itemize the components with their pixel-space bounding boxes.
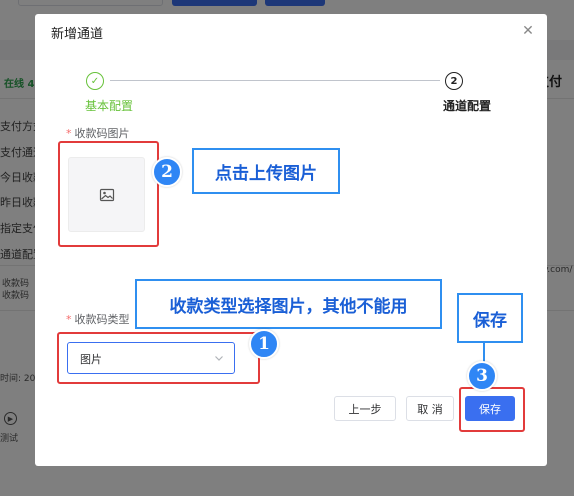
required-asterisk: * — [66, 127, 72, 140]
step-2-circle: 2 — [445, 72, 463, 90]
annotation-upload-highlight — [58, 141, 159, 247]
close-icon[interactable]: ✕ — [521, 24, 535, 38]
annotation-callout-type: 收款类型选择图片，其他不能用 — [135, 279, 442, 329]
add-channel-dialog: 新增通道 ✕ ✓ 2 基本配置 通道配置 * 收款码图片 * 收款码类型 图片 上一… — [35, 14, 547, 466]
dialog-title: 新增通道 — [51, 27, 104, 42]
annotation-badge-2: 2 — [152, 157, 182, 187]
step-connector-line — [110, 80, 440, 81]
annotation-badge-1: 1 — [249, 329, 279, 359]
upload-field-label: * 收款码图片 — [66, 125, 130, 141]
step-1-label: 基本配置 — [85, 99, 134, 113]
upload-field-label-text: 收款码图片 — [74, 127, 130, 140]
type-field-label: * 收款码类型 — [66, 311, 130, 327]
required-asterisk: * — [66, 313, 72, 326]
previous-step-button[interactable]: 上一步 — [334, 396, 396, 421]
annotation-callout-upload: 点击上传图片 — [192, 148, 340, 194]
annotation-type-highlight — [57, 332, 260, 384]
step-1-check-icon: ✓ — [86, 72, 104, 90]
annotation-badge-3: 3 — [467, 361, 497, 391]
step-2-label: 通道配置 — [443, 99, 492, 113]
annotation-save-highlight — [459, 387, 525, 432]
annotation-callout-save: 保存 — [457, 293, 523, 343]
type-field-label-text: 收款码类型 — [74, 313, 130, 326]
cancel-button[interactable]: 取 消 — [406, 396, 454, 421]
